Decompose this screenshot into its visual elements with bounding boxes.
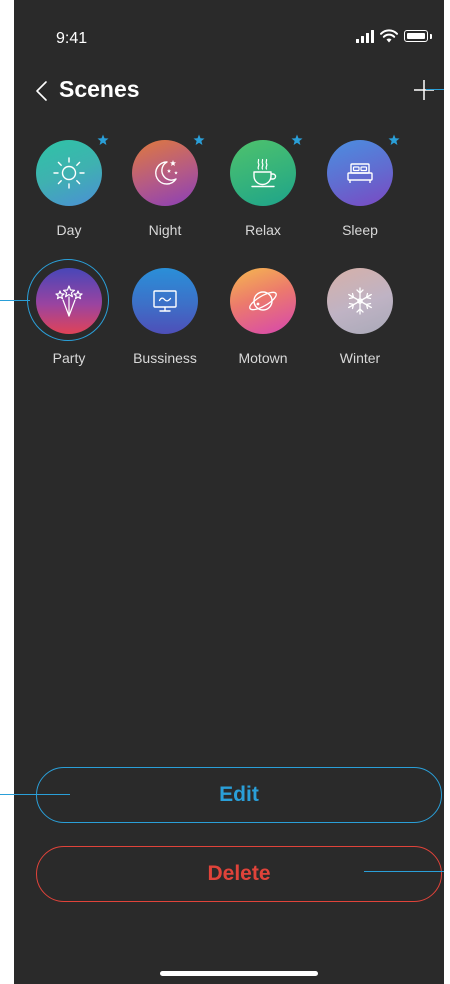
edit-button[interactable]: Edit: [36, 767, 442, 823]
favorite-star-icon: [291, 134, 303, 145]
scene-label: Party: [52, 350, 86, 366]
scene-circle: [36, 268, 102, 334]
delete-button[interactable]: Delete: [36, 846, 442, 902]
scene-label: Motown: [238, 350, 288, 366]
cellular-signal-icon: [356, 30, 374, 43]
scene-label: Bussiness: [133, 350, 197, 366]
scene-item-sleep[interactable]: Sleep: [305, 134, 405, 248]
wifi-icon: [380, 29, 398, 43]
back-chevron-icon[interactable]: [32, 78, 52, 104]
scene-label: Sleep: [342, 222, 378, 238]
scene-item-night[interactable]: Night: [110, 134, 210, 248]
status-time: 9:41: [56, 30, 88, 47]
fireworks-icon: [55, 285, 83, 317]
add-icon[interactable]: [410, 76, 438, 104]
monitor-icon: [153, 290, 177, 312]
scene-row: Party Bussiness Motown Winter: [14, 259, 444, 376]
scene-circle: [132, 268, 198, 334]
scene-item-day[interactable]: Day: [14, 134, 114, 248]
scene-circle: [132, 140, 198, 206]
sun-icon: [53, 157, 85, 189]
scene-circle: [327, 140, 393, 206]
moon-stars-icon: [155, 160, 178, 185]
status-icons: [356, 28, 432, 44]
scene-label: Night: [148, 222, 182, 238]
scene-circle: [327, 268, 393, 334]
scene-label: Day: [56, 222, 82, 238]
annotation-pointer-selected-scene: [0, 300, 30, 301]
scene-row: Day Night Relax Sleep: [14, 134, 444, 248]
scene-circle: [230, 140, 296, 206]
scene-item-business[interactable]: Bussiness: [110, 266, 210, 376]
hot-cup-icon: [251, 158, 277, 188]
phone-screen: 9:41 Scenes Day Night Relax Sleep Party …: [14, 0, 444, 984]
scene-label: Relax: [245, 222, 281, 238]
scene-item-relax[interactable]: Relax: [208, 134, 308, 248]
scene-item-party[interactable]: Party: [14, 259, 114, 376]
favorite-star-icon: [388, 134, 400, 145]
snowflake-icon: [348, 287, 372, 315]
scene-item-motown[interactable]: Motown: [208, 266, 308, 376]
scene-label: Winter: [339, 350, 381, 366]
favorite-star-icon: [97, 134, 109, 145]
scene-circle: [230, 268, 296, 334]
scene-circle: [36, 140, 102, 206]
favorite-star-icon: [193, 134, 205, 145]
header: Scenes: [14, 70, 444, 110]
page-title: Scenes: [59, 76, 140, 102]
annotation-pointer-add: [426, 89, 444, 90]
battery-icon: [404, 30, 428, 42]
home-indicator: [160, 971, 318, 976]
battery-cap: [430, 33, 432, 39]
annotation-pointer-delete: [364, 871, 444, 872]
planet-icon: [249, 291, 277, 311]
annotation-pointer-edit: [0, 794, 70, 795]
scene-item-winter[interactable]: Winter: [305, 266, 405, 376]
bed-icon: [347, 163, 373, 183]
status-bar: 9:41: [14, 0, 444, 70]
